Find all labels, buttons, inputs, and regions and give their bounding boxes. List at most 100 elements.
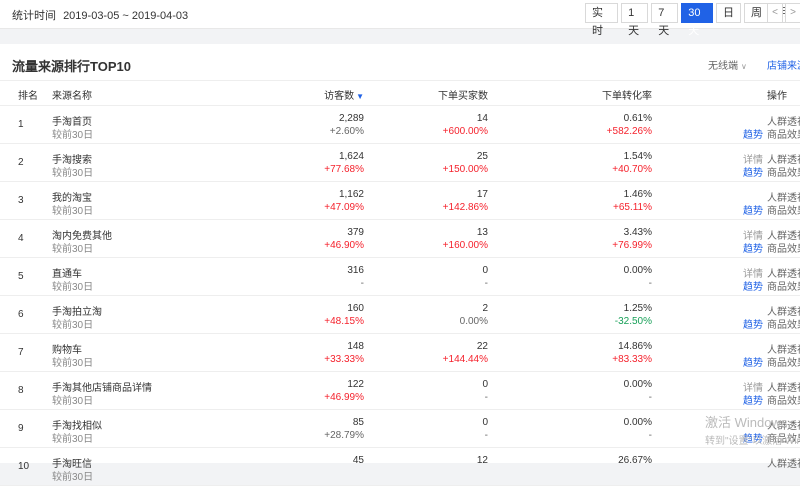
source-compare-label: 较前30日 [52, 434, 94, 445]
table-row: 4 淘内免费其他 较前30日 379 +46.90% 13 +160.00% 3.43% +76… [0, 219, 800, 258]
buyers-value: 22 [476, 341, 488, 352]
trend-link[interactable]: 趋势 [743, 354, 763, 369]
table-row: 10手淘旺信较前30日451226.67%人群透视 [0, 447, 800, 486]
visitors-change: +33.33% [324, 354, 364, 365]
panel-title: 流量来源排行TOP10 [12, 59, 131, 74]
conversion-value: 26.67% [618, 455, 652, 466]
conversion-change: +40.70% [612, 164, 652, 175]
source-compare-label: 较前30日 [52, 168, 94, 179]
range-button[interactable]: 7天 [651, 3, 679, 37]
table-row: 8 手淘其他店铺商品详情 较前30日 122 +46.99% 0-0.00% - 详情 趋势 人群… [0, 371, 800, 410]
goods-effect-link[interactable]: 商品效果 [767, 202, 800, 217]
source-compare-label: 较前30日 [52, 244, 94, 255]
conversion-change: -32.50% [614, 316, 652, 327]
source-compare-label: 较前30日 [52, 396, 94, 407]
trend-link[interactable]: 趋势 [743, 164, 763, 179]
table-header: 排名 来源名称 访客数 ▼ 下单买家数 下单转化率 操作 [0, 80, 800, 106]
prev-date-button[interactable]: < [767, 3, 783, 23]
header-buyers[interactable]: 下单买家数 [438, 87, 488, 102]
stat-time-label: 统计时间 [12, 10, 56, 22]
range-button[interactable]: 1天 [621, 3, 649, 37]
visitors-change: +48.15% [324, 316, 364, 327]
table-row: 2 手淘搜索 较前30日 1,624 +77.68% 25 +150.00% 1.54% +40… [0, 143, 800, 182]
goods-effect-link[interactable]: 商品效果 [767, 354, 800, 369]
top-toolbar: 统计时间 2019-03-05 ~ 2019-04-03 实 时 1天 7天 30天日… [0, 0, 800, 37]
trend-link[interactable]: 趋势 [743, 126, 763, 141]
goods-effect-link[interactable]: 商品效果 [767, 240, 800, 255]
buyers-change: +160.00% [442, 240, 488, 251]
rank-cell: 3 [18, 195, 24, 206]
conversion-change: +65.11% [612, 202, 652, 213]
goods-effect-link[interactable]: 商品效果 [767, 126, 800, 141]
visitors-value: 85 [352, 417, 364, 428]
source-compare-label: 较前30日 [52, 320, 94, 331]
header-conversion[interactable]: 下单转化率 [602, 87, 652, 102]
rank-cell: 8 [18, 385, 24, 396]
source-compare-label: 较前30日 [52, 130, 94, 141]
visitors-value: 316 [347, 265, 364, 276]
store-source-link[interactable]: 店铺来源 [767, 57, 800, 72]
buyers-value: 25 [476, 151, 488, 162]
header-visitors[interactable]: 访客数 ▼ [324, 87, 364, 102]
goods-effect-link[interactable]: 商品效果 [767, 316, 800, 331]
visitors-change: +2.60% [329, 126, 364, 137]
next-date-button[interactable]: > [785, 3, 800, 23]
table-row: 7 购物车 较前30日 148 +33.33% 22 +144.44% 14.86% +83.3… [0, 333, 800, 372]
trend-link[interactable]: 趋势 [743, 316, 763, 331]
date-nav: < > [767, 3, 800, 23]
buyers-value: 0 [482, 265, 488, 276]
rank-cell: 7 [18, 347, 24, 358]
buyers-value: 0 [482, 417, 488, 428]
conversion-value: 1.25% [623, 303, 652, 314]
conversion-value: 1.54% [623, 151, 652, 162]
buyers-value: 0 [482, 379, 488, 390]
header-ops: 操作 [767, 91, 787, 102]
trend-link[interactable]: 趋势 [743, 240, 763, 255]
conversion-change: +582.26% [606, 126, 652, 137]
visitors-value: 148 [347, 341, 364, 352]
buyers-change: - [484, 392, 488, 403]
source-compare-label: 较前30日 [52, 472, 94, 483]
buyers-value: 13 [476, 227, 488, 238]
visitors-value: 2,289 [338, 113, 364, 124]
trend-link[interactable]: 趋势 [743, 202, 763, 217]
buyers-change: +600.00% [442, 126, 488, 137]
conversion-change: +76.99% [612, 240, 652, 251]
conversion-change: - [648, 430, 652, 441]
visitors-change: +28.79% [324, 430, 364, 441]
rank-cell: 9 [18, 423, 24, 434]
range-button[interactable]: 日 [715, 3, 741, 23]
conversion-change: - [648, 278, 652, 289]
range-button[interactable]: 周 [743, 3, 769, 23]
range-button[interactable]: 实 时 [585, 3, 619, 37]
buyers-change: +142.86% [442, 202, 488, 213]
visitors-value: 160 [347, 303, 364, 314]
table-row: 1 手淘首页 较前30日 2,289 +2.60% 14 +600.00% 0.61% +582… [0, 105, 800, 144]
visitors-value: 1,624 [338, 151, 364, 162]
conversion-value: 0.00% [623, 379, 652, 390]
table-row: 6 手淘拍立淘 较前30日 160 +48.15% 2 0.00% 1.25% -32.50% 趋… [0, 295, 800, 334]
trend-link[interactable]: 趋势 [743, 278, 763, 293]
conversion-value: 14.86% [618, 341, 652, 352]
goods-effect-link[interactable]: 商品效果 [767, 392, 800, 407]
buyers-change: +144.44% [442, 354, 488, 365]
rank-cell: 5 [18, 271, 24, 282]
rank-cell: 1 [18, 119, 24, 130]
device-select[interactable]: 无线端 ∨ [708, 57, 747, 72]
table-row: 3 我的淘宝 较前30日 1,162 +47.09% 17 +142.86% 1.46% +65… [0, 181, 800, 220]
source-compare-label: 较前30日 [52, 282, 94, 293]
chevron-down-icon: ∨ [741, 62, 747, 71]
visitors-change: +46.99% [324, 392, 364, 403]
range-button[interactable]: 30天 [681, 3, 713, 37]
conversion-value: 0.61% [623, 113, 652, 124]
buyers-change: - [484, 278, 488, 289]
goods-effect-link[interactable]: 商品效果 [767, 164, 800, 179]
visitors-value: 45 [352, 455, 364, 466]
sort-desc-icon[interactable]: ▼ [356, 92, 364, 101]
rank-cell: 2 [18, 157, 24, 168]
trend-link[interactable]: 趋势 [743, 392, 763, 407]
source-compare-label: 较前30日 [52, 358, 94, 369]
visitors-change: - [360, 278, 364, 289]
stat-time-range: 2019-03-05 ~ 2019-04-03 [63, 10, 189, 22]
goods-effect-link[interactable]: 商品效果 [767, 278, 800, 293]
